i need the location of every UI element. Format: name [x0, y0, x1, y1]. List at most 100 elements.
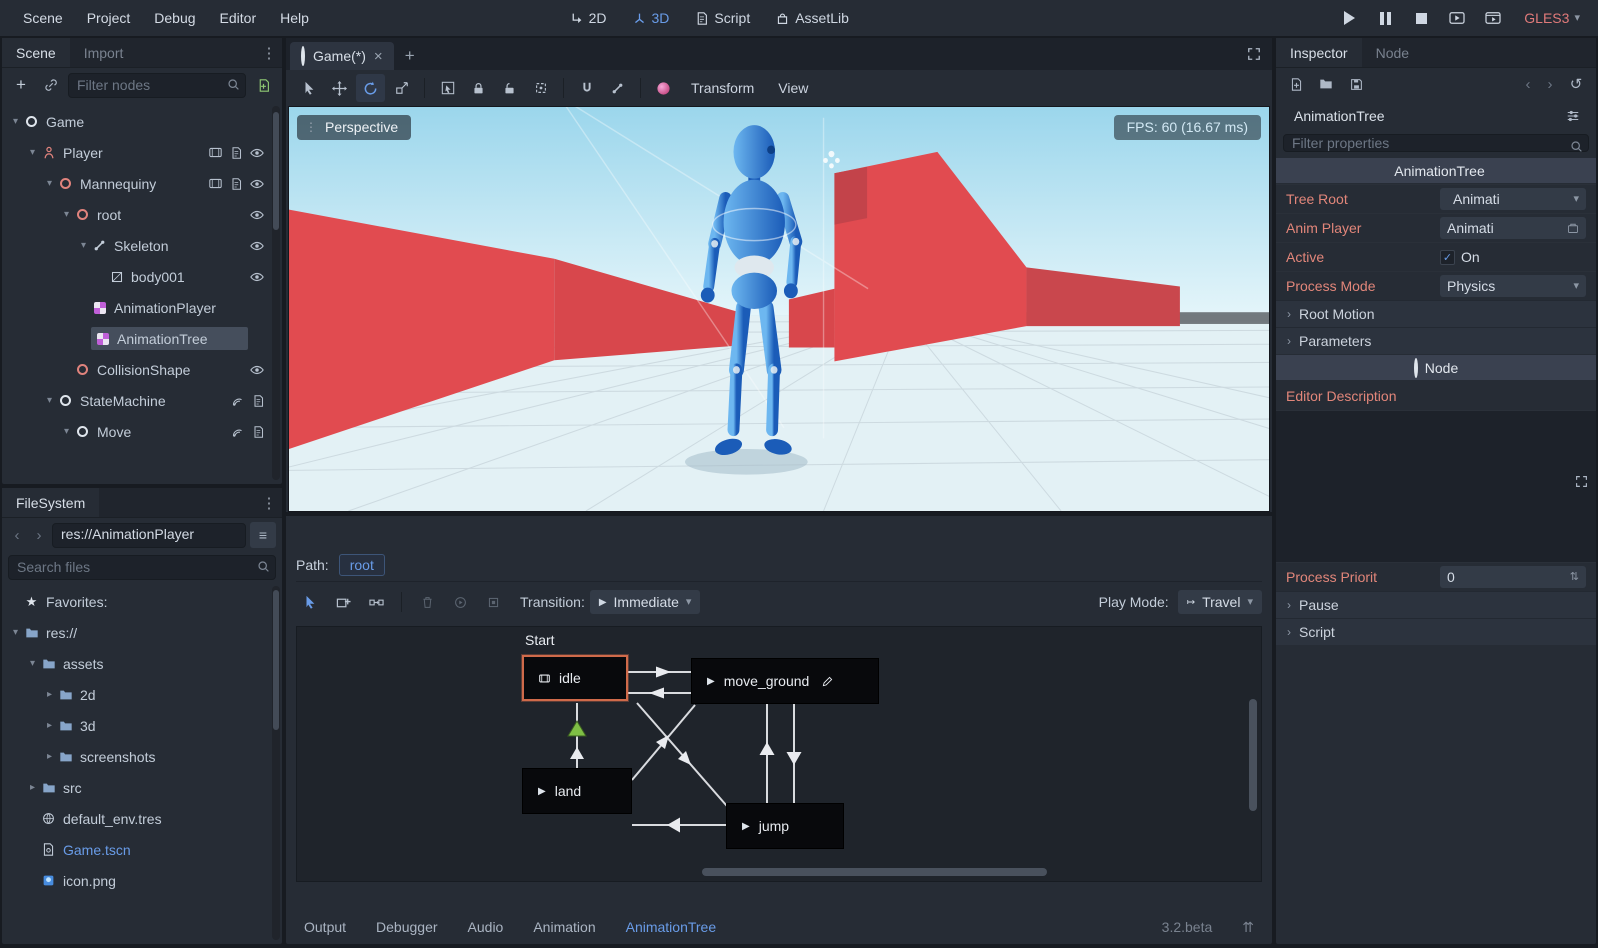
bottom-tab-animationtree[interactable]: AnimationTree: [626, 919, 717, 935]
lock-icon[interactable]: [464, 74, 493, 102]
collapse-arrow-icon[interactable]: ▸: [42, 751, 57, 762]
tab-scene[interactable]: Scene: [2, 38, 70, 67]
spinner-updown-icon[interactable]: ⇅: [1570, 572, 1579, 583]
environment-preview-icon[interactable]: [649, 74, 678, 102]
sm-connect-nodes-icon[interactable]: [362, 589, 390, 616]
fs-row-src[interactable]: ▸ src: [2, 772, 282, 803]
tree-row-animationtree[interactable]: AnimationTree: [2, 323, 282, 354]
tree-row-skeleton[interactable]: ▾ Skeleton: [2, 230, 282, 261]
resource-section-header[interactable]: AnimationTree: [1276, 158, 1596, 183]
tree-row-move[interactable]: ▾ Move: [2, 416, 282, 447]
script-icon[interactable]: [230, 178, 242, 190]
visibility-icon[interactable]: [250, 270, 264, 284]
play-button[interactable]: [1338, 7, 1360, 29]
script-icon[interactable]: [252, 426, 264, 438]
stop-button[interactable]: [1410, 7, 1432, 29]
play-scene-button[interactable]: [1446, 7, 1468, 29]
bottom-tab-audio[interactable]: Audio: [468, 919, 504, 935]
groups-icon[interactable]: [209, 146, 222, 159]
collapse-arrow-icon[interactable]: ▾: [76, 240, 91, 251]
bottom-tab-debugger[interactable]: Debugger: [376, 919, 438, 935]
mode-assetlib-button[interactable]: AssetLib: [768, 7, 857, 29]
fs-row-3d[interactable]: ▸ 3d: [2, 710, 282, 741]
fs-row-favorites[interactable]: ★ Favorites:: [2, 586, 282, 617]
collapse-arrow-icon[interactable]: ▾: [8, 627, 23, 638]
group-icon[interactable]: [526, 74, 555, 102]
dock-menu-icon[interactable]: ⋮: [256, 38, 282, 67]
tree-row-root[interactable]: ▾ root: [2, 199, 282, 230]
assign-nodepath-icon[interactable]: [1567, 222, 1579, 234]
filter-properties-input[interactable]: [1283, 134, 1589, 152]
sm-autoplay-icon[interactable]: [446, 589, 474, 616]
instance-scene-button[interactable]: [38, 72, 64, 98]
tool-select-icon[interactable]: [294, 74, 323, 102]
snap-icon[interactable]: [572, 74, 601, 102]
history-forward-icon[interactable]: ›: [1541, 76, 1559, 93]
save-resource-icon[interactable]: [1343, 71, 1369, 97]
fs-row-assets[interactable]: ▾ assets: [2, 648, 282, 679]
new-scene-tab-button[interactable]: +: [398, 44, 422, 68]
script-icon[interactable]: [230, 147, 242, 159]
fs-row-2d[interactable]: ▸ 2d: [2, 679, 282, 710]
search-files-input[interactable]: [8, 555, 276, 580]
state-node-idle[interactable]: idle: [522, 655, 628, 701]
script-icon[interactable]: [252, 395, 264, 407]
menu-editor[interactable]: Editor: [209, 5, 268, 31]
fs-row-icon-png[interactable]: icon.png: [2, 865, 282, 896]
signal-icon[interactable]: [231, 394, 244, 407]
tab-import[interactable]: Import: [70, 38, 138, 67]
tree-row-body001[interactable]: body001: [2, 261, 282, 292]
mode-script-button[interactable]: Script: [687, 7, 758, 29]
tab-node[interactable]: Node: [1362, 38, 1423, 67]
fs-row-game-tscn[interactable]: Game.tscn: [2, 834, 282, 865]
menu-help[interactable]: Help: [269, 5, 320, 31]
back-icon[interactable]: ‹: [8, 527, 26, 544]
filesystem-split-mode-icon[interactable]: ≡: [250, 522, 276, 548]
tool-rotate-icon[interactable]: [356, 74, 385, 102]
active-checkbox[interactable]: ✓: [1440, 250, 1455, 265]
collapse-arrow-icon[interactable]: ▾: [59, 426, 74, 437]
visibility-icon[interactable]: [250, 239, 264, 253]
filter-nodes-input[interactable]: [68, 73, 246, 98]
state-node-jump[interactable]: ▶ jump: [726, 803, 844, 849]
tree-row-collisionshape[interactable]: CollisionShape: [2, 354, 282, 385]
tab-filesystem[interactable]: FileSystem: [2, 488, 99, 517]
view-menu[interactable]: View: [767, 75, 819, 101]
distraction-free-icon[interactable]: [1240, 41, 1268, 67]
collapse-arrow-icon[interactable]: ▾: [25, 147, 40, 158]
unlock-icon[interactable]: [495, 74, 524, 102]
sm-delete-icon[interactable]: [413, 589, 441, 616]
menu-scene[interactable]: Scene: [12, 5, 74, 31]
new-resource-icon[interactable]: [1283, 71, 1309, 97]
fs-row-default-env[interactable]: default_env.tres: [2, 803, 282, 834]
collapse-panel-icon[interactable]: ⇈: [1242, 919, 1254, 936]
close-tab-icon[interactable]: ×: [374, 48, 383, 65]
visibility-icon[interactable]: [250, 208, 264, 222]
list-select-icon[interactable]: [433, 74, 462, 102]
visibility-icon[interactable]: [250, 363, 264, 377]
edit-node-icon[interactable]: [822, 676, 833, 687]
bottom-tab-animation[interactable]: Animation: [533, 919, 595, 935]
fs-row-screenshots[interactable]: ▸ screenshots: [2, 741, 282, 772]
perspective-menu[interactable]: ⋮ Perspective: [297, 115, 411, 140]
tree-row-game[interactable]: ▾ Game: [2, 106, 282, 137]
process-mode-dropdown[interactable]: Physics ▾: [1440, 275, 1586, 297]
graph-vertical-scrollbar[interactable]: [1249, 699, 1257, 811]
sm-tool-select-icon[interactable]: [296, 589, 324, 616]
collapse-arrow-icon[interactable]: ▸: [42, 720, 57, 731]
skeleton-options-icon[interactable]: [603, 74, 632, 102]
scene-tab-game[interactable]: Game(*) ×: [290, 42, 394, 70]
graph-horizontal-scrollbar[interactable]: [702, 868, 1047, 876]
bottom-tab-output[interactable]: Output: [304, 919, 346, 935]
play-icon[interactable]: ▶: [742, 821, 750, 832]
attach-script-button[interactable]: [250, 72, 276, 98]
tree-row-mannequiny[interactable]: ▾ Mannequiny: [2, 168, 282, 199]
editor-description-textarea[interactable]: [1276, 410, 1596, 562]
collapse-arrow-icon[interactable]: ▾: [59, 209, 74, 220]
groups-icon[interactable]: [209, 177, 222, 190]
pause-button[interactable]: [1374, 7, 1396, 29]
expand-icon[interactable]: [1575, 475, 1588, 488]
collapse-arrow-icon[interactable]: ▸: [25, 782, 40, 793]
menu-debug[interactable]: Debug: [143, 5, 206, 31]
play-icon[interactable]: ▶: [538, 786, 546, 797]
